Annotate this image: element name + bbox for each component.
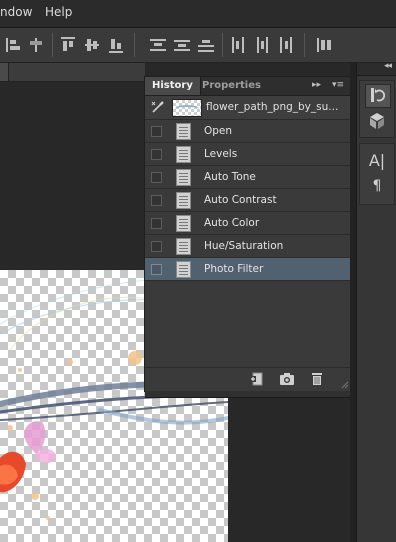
expand-panel-icon[interactable]: ▸▸ (312, 80, 321, 90)
camera-snapshot-icon[interactable] (279, 372, 295, 386)
menu-bar: ndow Help (0, 0, 396, 28)
separator (134, 33, 135, 57)
align-left-edges-icon[interactable] (6, 37, 22, 53)
distribute-right-icon[interactable] (278, 37, 294, 53)
document-state-icon (176, 215, 191, 232)
history-panel: History Properties ▸▸ ▾≡ flower_path_png… (144, 76, 352, 392)
separator (222, 33, 223, 57)
history-brush-source-checkbox[interactable] (151, 195, 162, 206)
trash-delete-icon[interactable] (309, 372, 325, 386)
tab-properties[interactable]: Properties (195, 77, 268, 95)
panel-footer (145, 367, 351, 391)
document-tab-strip (0, 63, 145, 82)
history-state-label: Hue/Saturation (204, 240, 284, 252)
align-bottom-icon[interactable] (108, 37, 124, 53)
document-state-icon (176, 123, 191, 140)
align-vertical-center-icon[interactable] (84, 37, 100, 53)
panel-dock-bar (145, 391, 350, 398)
snapshot-label: flower_path_png_by_su... (206, 101, 339, 113)
distribute-bottom-icon[interactable] (198, 37, 214, 53)
align-top-icon[interactable] (60, 37, 76, 53)
auto-align-layers-icon[interactable] (316, 37, 332, 53)
panel-menu-icon[interactable]: ▾≡ (332, 80, 344, 90)
separator (52, 33, 53, 57)
history-state-label: Levels (204, 148, 238, 160)
snapshot-thumbnail (172, 99, 202, 117)
options-bar (0, 28, 396, 63)
document-state-icon (176, 169, 191, 186)
distribute-horizontal-center-icon[interactable] (254, 37, 270, 53)
separator (304, 33, 305, 57)
history-state-label: Auto Contrast (204, 194, 277, 206)
history-state-label: Auto Color (204, 217, 260, 229)
history-state-label: Open (204, 125, 233, 137)
align-center-icon[interactable] (28, 37, 44, 53)
resize-grip-icon[interactable] (341, 381, 349, 389)
new-document-from-state-icon[interactable] (249, 372, 265, 386)
document-state-icon (176, 146, 191, 163)
history-brush-source-icon[interactable] (151, 100, 165, 114)
history-state-label: Photo Filter (204, 263, 264, 275)
right-dock: ◂◂ A| ¶ (356, 61, 396, 542)
history-brush-source-checkbox[interactable] (151, 241, 162, 252)
document-tab[interactable] (0, 63, 9, 81)
document-state-icon (176, 192, 191, 209)
history-brush-source-checkbox[interactable] (151, 172, 162, 183)
3d-cube-icon[interactable] (365, 110, 389, 132)
history-state-row[interactable]: Auto Contrast (145, 189, 351, 212)
paragraph-glyph: ¶ (372, 178, 382, 194)
history-brush-source-checkbox[interactable] (151, 126, 162, 137)
history-state-row[interactable]: Hue/Saturation (145, 235, 351, 258)
distribute-left-icon[interactable] (230, 37, 246, 53)
history-state-label: Auto Tone (204, 171, 256, 183)
history-brush-source-checkbox[interactable] (151, 149, 162, 160)
history-state-row[interactable]: Auto Tone (145, 166, 351, 189)
dock-header: ◂◂ (357, 61, 396, 76)
document-state-icon (176, 261, 191, 278)
history-state-row-selected[interactable]: Photo Filter (145, 258, 351, 281)
history-state-row[interactable]: Open (145, 120, 351, 143)
history-states-list: Open Levels Auto Tone Auto Contrast Auto… (145, 120, 351, 281)
menu-help[interactable]: Help (45, 5, 72, 19)
history-panel-icon[interactable] (365, 84, 391, 108)
menu-window[interactable]: ndow (0, 5, 32, 19)
snapshot-row[interactable]: flower_path_png_by_su... (145, 96, 351, 120)
character-panel-icon[interactable]: A| (365, 150, 389, 172)
tab-history[interactable]: History (145, 77, 201, 95)
history-state-row[interactable]: Levels (145, 143, 351, 166)
character-glyph: A| (368, 151, 386, 170)
distribute-top-icon[interactable] (150, 37, 166, 53)
distribute-vertical-center-icon[interactable] (174, 37, 190, 53)
history-brush-source-checkbox[interactable] (151, 264, 162, 275)
document-state-icon (176, 238, 191, 255)
dock-group-type: A| ¶ (359, 143, 395, 205)
history-brush-source-checkbox[interactable] (151, 218, 162, 229)
history-state-row[interactable]: Auto Color (145, 212, 351, 235)
panel-tab-bar: History Properties ▸▸ ▾≡ (145, 77, 351, 96)
collapse-dock-icon[interactable]: ◂◂ (384, 61, 392, 71)
dock-group-history (359, 80, 395, 138)
paragraph-panel-icon[interactable]: ¶ (365, 176, 389, 198)
